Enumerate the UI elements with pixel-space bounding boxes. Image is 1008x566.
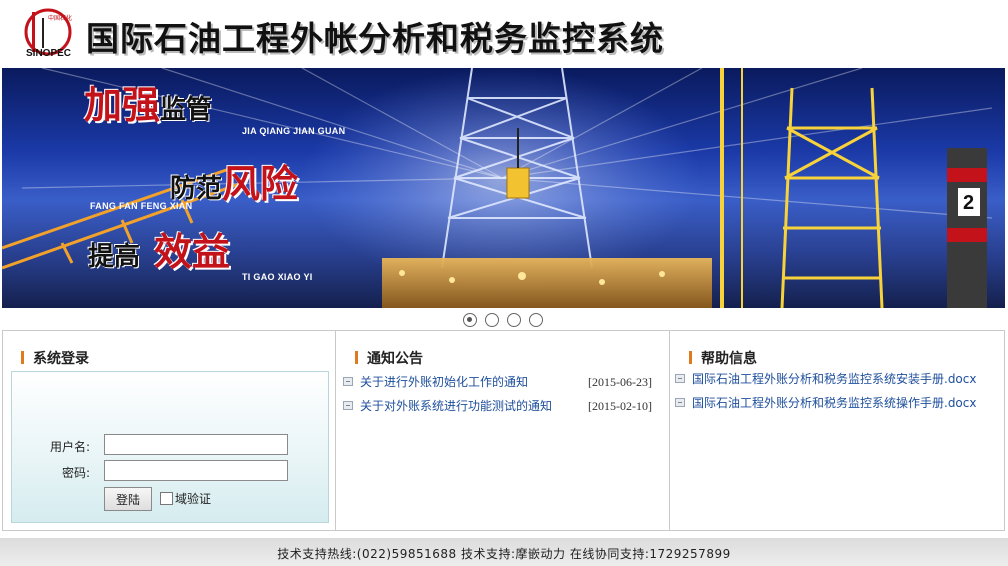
slider-dots bbox=[463, 313, 543, 329]
slogan-3-big: 效益 bbox=[154, 229, 231, 274]
password-row: 密码: bbox=[12, 460, 330, 482]
login-button[interactable]: 登陆 bbox=[104, 487, 152, 511]
username-label: 用户名: bbox=[49, 440, 90, 454]
slogan-1: 加强监管 bbox=[84, 74, 212, 129]
help-list: 国际石油工程外账分析和税务监控系统安装手册.docx 国际石油工程外账分析和税务… bbox=[675, 371, 995, 419]
domain-verify-checkbox[interactable]: 域验证 bbox=[160, 490, 211, 507]
slogan-2-small: 防范 bbox=[170, 174, 223, 204]
svg-text:中国石化: 中国石化 bbox=[48, 14, 72, 22]
document-icon bbox=[675, 374, 685, 383]
tower-number: 2 bbox=[963, 192, 974, 214]
document-icon bbox=[343, 401, 353, 410]
notice-date: [2015-06-23] bbox=[588, 375, 652, 389]
slogan-1-pinyin: JIA QIANG JIAN GUAN bbox=[242, 126, 346, 136]
slider-dot-4[interactable] bbox=[529, 313, 543, 327]
login-panel-title: 系统登录 bbox=[21, 348, 89, 368]
domain-verify-label: 域验证 bbox=[175, 492, 212, 506]
slogan-2: 防范风险 bbox=[170, 153, 298, 208]
list-item: 关于进行外账初始化工作的通知 [2015-06-23] bbox=[343, 374, 663, 398]
support-info: 技术支持热线:(022)59851688 技术支持:摩嵌动力 在线协同支持:17… bbox=[277, 547, 731, 561]
password-label: 密码: bbox=[61, 466, 90, 480]
slider-dot-3[interactable] bbox=[507, 313, 521, 327]
notice-date: [2015-02-10] bbox=[588, 399, 652, 413]
help-panel-title: 帮助信息 bbox=[689, 348, 757, 368]
page-footer: 技术支持热线:(022)59851688 技术支持:摩嵌动力 在线协同支持:17… bbox=[0, 538, 1008, 566]
login-title-text: 系统登录 bbox=[33, 351, 89, 367]
title-accent-bar bbox=[689, 351, 692, 364]
list-item: 关于对外账系统进行功能测试的通知 [2015-02-10] bbox=[343, 398, 663, 422]
document-icon bbox=[675, 398, 685, 407]
list-item: 国际石油工程外账分析和税务监控系统安装手册.docx bbox=[675, 371, 995, 395]
login-form: 用户名: 密码: 登陆 域验证 bbox=[11, 371, 329, 523]
slogan-3-small: 提高 bbox=[88, 242, 141, 272]
login-panel: 系统登录 用户名: 密码: 登陆 域验证 bbox=[3, 331, 336, 530]
sinopec-logo: 中国石化 SINOPEC bbox=[20, 6, 76, 62]
username-row: 用户名: bbox=[12, 434, 330, 456]
notice-link[interactable]: 关于对外账系统进行功能测试的通知 bbox=[360, 398, 552, 414]
notice-title-text: 通知公告 bbox=[367, 351, 423, 367]
slogan-2-pinyin: FANG FAN FENG XIAN bbox=[90, 201, 193, 211]
notice-link[interactable]: 关于进行外账初始化工作的通知 bbox=[360, 374, 528, 390]
slogan-3: 提高 效益 bbox=[88, 221, 230, 276]
slogan-1-big: 加强 bbox=[84, 82, 161, 127]
help-doc-link[interactable]: 国际石油工程外账分析和税务监控系统安装手册.docx bbox=[692, 371, 976, 387]
logo-wordmark: SINOPEC bbox=[26, 48, 71, 59]
list-item: 国际石油工程外账分析和税务监控系统操作手册.docx bbox=[675, 395, 995, 419]
hero-banner: 2 加强监管 JIA QIANG JIAN GUAN 防范风险 FANG FAN… bbox=[2, 68, 1005, 308]
help-doc-link[interactable]: 国际石油工程外账分析和税务监控系统操作手册.docx bbox=[692, 395, 976, 411]
slogan-2-big: 风险 bbox=[222, 161, 299, 206]
slogan-1-small: 监管 bbox=[160, 95, 213, 125]
checkbox-box[interactable] bbox=[160, 492, 173, 505]
notice-list: 关于进行外账初始化工作的通知 [2015-06-23] 关于对外账系统进行功能测… bbox=[343, 374, 663, 422]
slogan-3-pinyin: TI GAO XIAO YI bbox=[242, 272, 313, 282]
username-input[interactable] bbox=[104, 434, 288, 455]
content-panels: 系统登录 用户名: 密码: 登陆 域验证 通知公告 关于进行外账初始化工作的通知 bbox=[2, 330, 1005, 531]
password-input[interactable] bbox=[104, 460, 288, 481]
slider-dot-2[interactable] bbox=[485, 313, 499, 327]
title-accent-bar bbox=[355, 351, 358, 364]
help-panel: 帮助信息 国际石油工程外账分析和税务监控系统安装手册.docx 国际石油工程外账… bbox=[671, 331, 1004, 530]
notice-panel: 通知公告 关于进行外账初始化工作的通知 [2015-06-23] 关于对外账系统… bbox=[337, 331, 670, 530]
notice-panel-title: 通知公告 bbox=[355, 348, 423, 368]
page-header: 中国石化 SINOPEC 国际石油工程外帐分析和税务监控系统 bbox=[0, 0, 1008, 68]
help-title-text: 帮助信息 bbox=[701, 351, 757, 367]
title-accent-bar bbox=[21, 351, 24, 364]
page-title: 国际石油工程外帐分析和税务监控系统 bbox=[86, 19, 664, 58]
document-icon bbox=[343, 377, 353, 386]
slider-dot-1[interactable] bbox=[463, 313, 477, 327]
